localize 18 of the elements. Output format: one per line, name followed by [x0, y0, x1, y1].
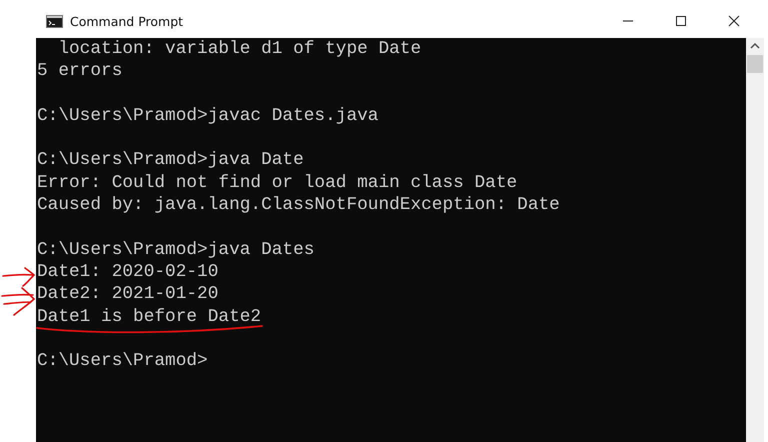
- scroll-thumb[interactable]: [747, 55, 764, 73]
- maximize-icon: [675, 15, 687, 27]
- console-line: C:\Users\Pramod>java Date: [37, 149, 304, 172]
- close-icon: [728, 15, 740, 27]
- console-line: Date1: 2020-02-10: [37, 260, 218, 284]
- terminal-icon: [46, 14, 63, 28]
- scrollbar[interactable]: [746, 38, 764, 442]
- console-line: Error: Could not find or load main class Date: [37, 172, 518, 194]
- console-line: Date1 is before Date2: [37, 306, 262, 328]
- console-line: C:\Users\Pramod>: [37, 350, 208, 372]
- scroll-up-icon[interactable]: [750, 43, 760, 49]
- console-line: Caused by: java.lang.ClassNotFoundException: Date: [37, 194, 560, 216]
- console-line: C:\Users\Pramod>javac Dates.java: [37, 104, 378, 128]
- window-title: Command Prompt: [70, 14, 184, 28]
- console-line: C:\Users\Pramod>java Dates: [37, 238, 314, 261]
- console-line: 5 errors: [37, 60, 122, 83]
- console-line: location: variable d1 of type Date: [57, 38, 422, 60]
- console-line: Date2: 2021-01-20: [37, 283, 218, 306]
